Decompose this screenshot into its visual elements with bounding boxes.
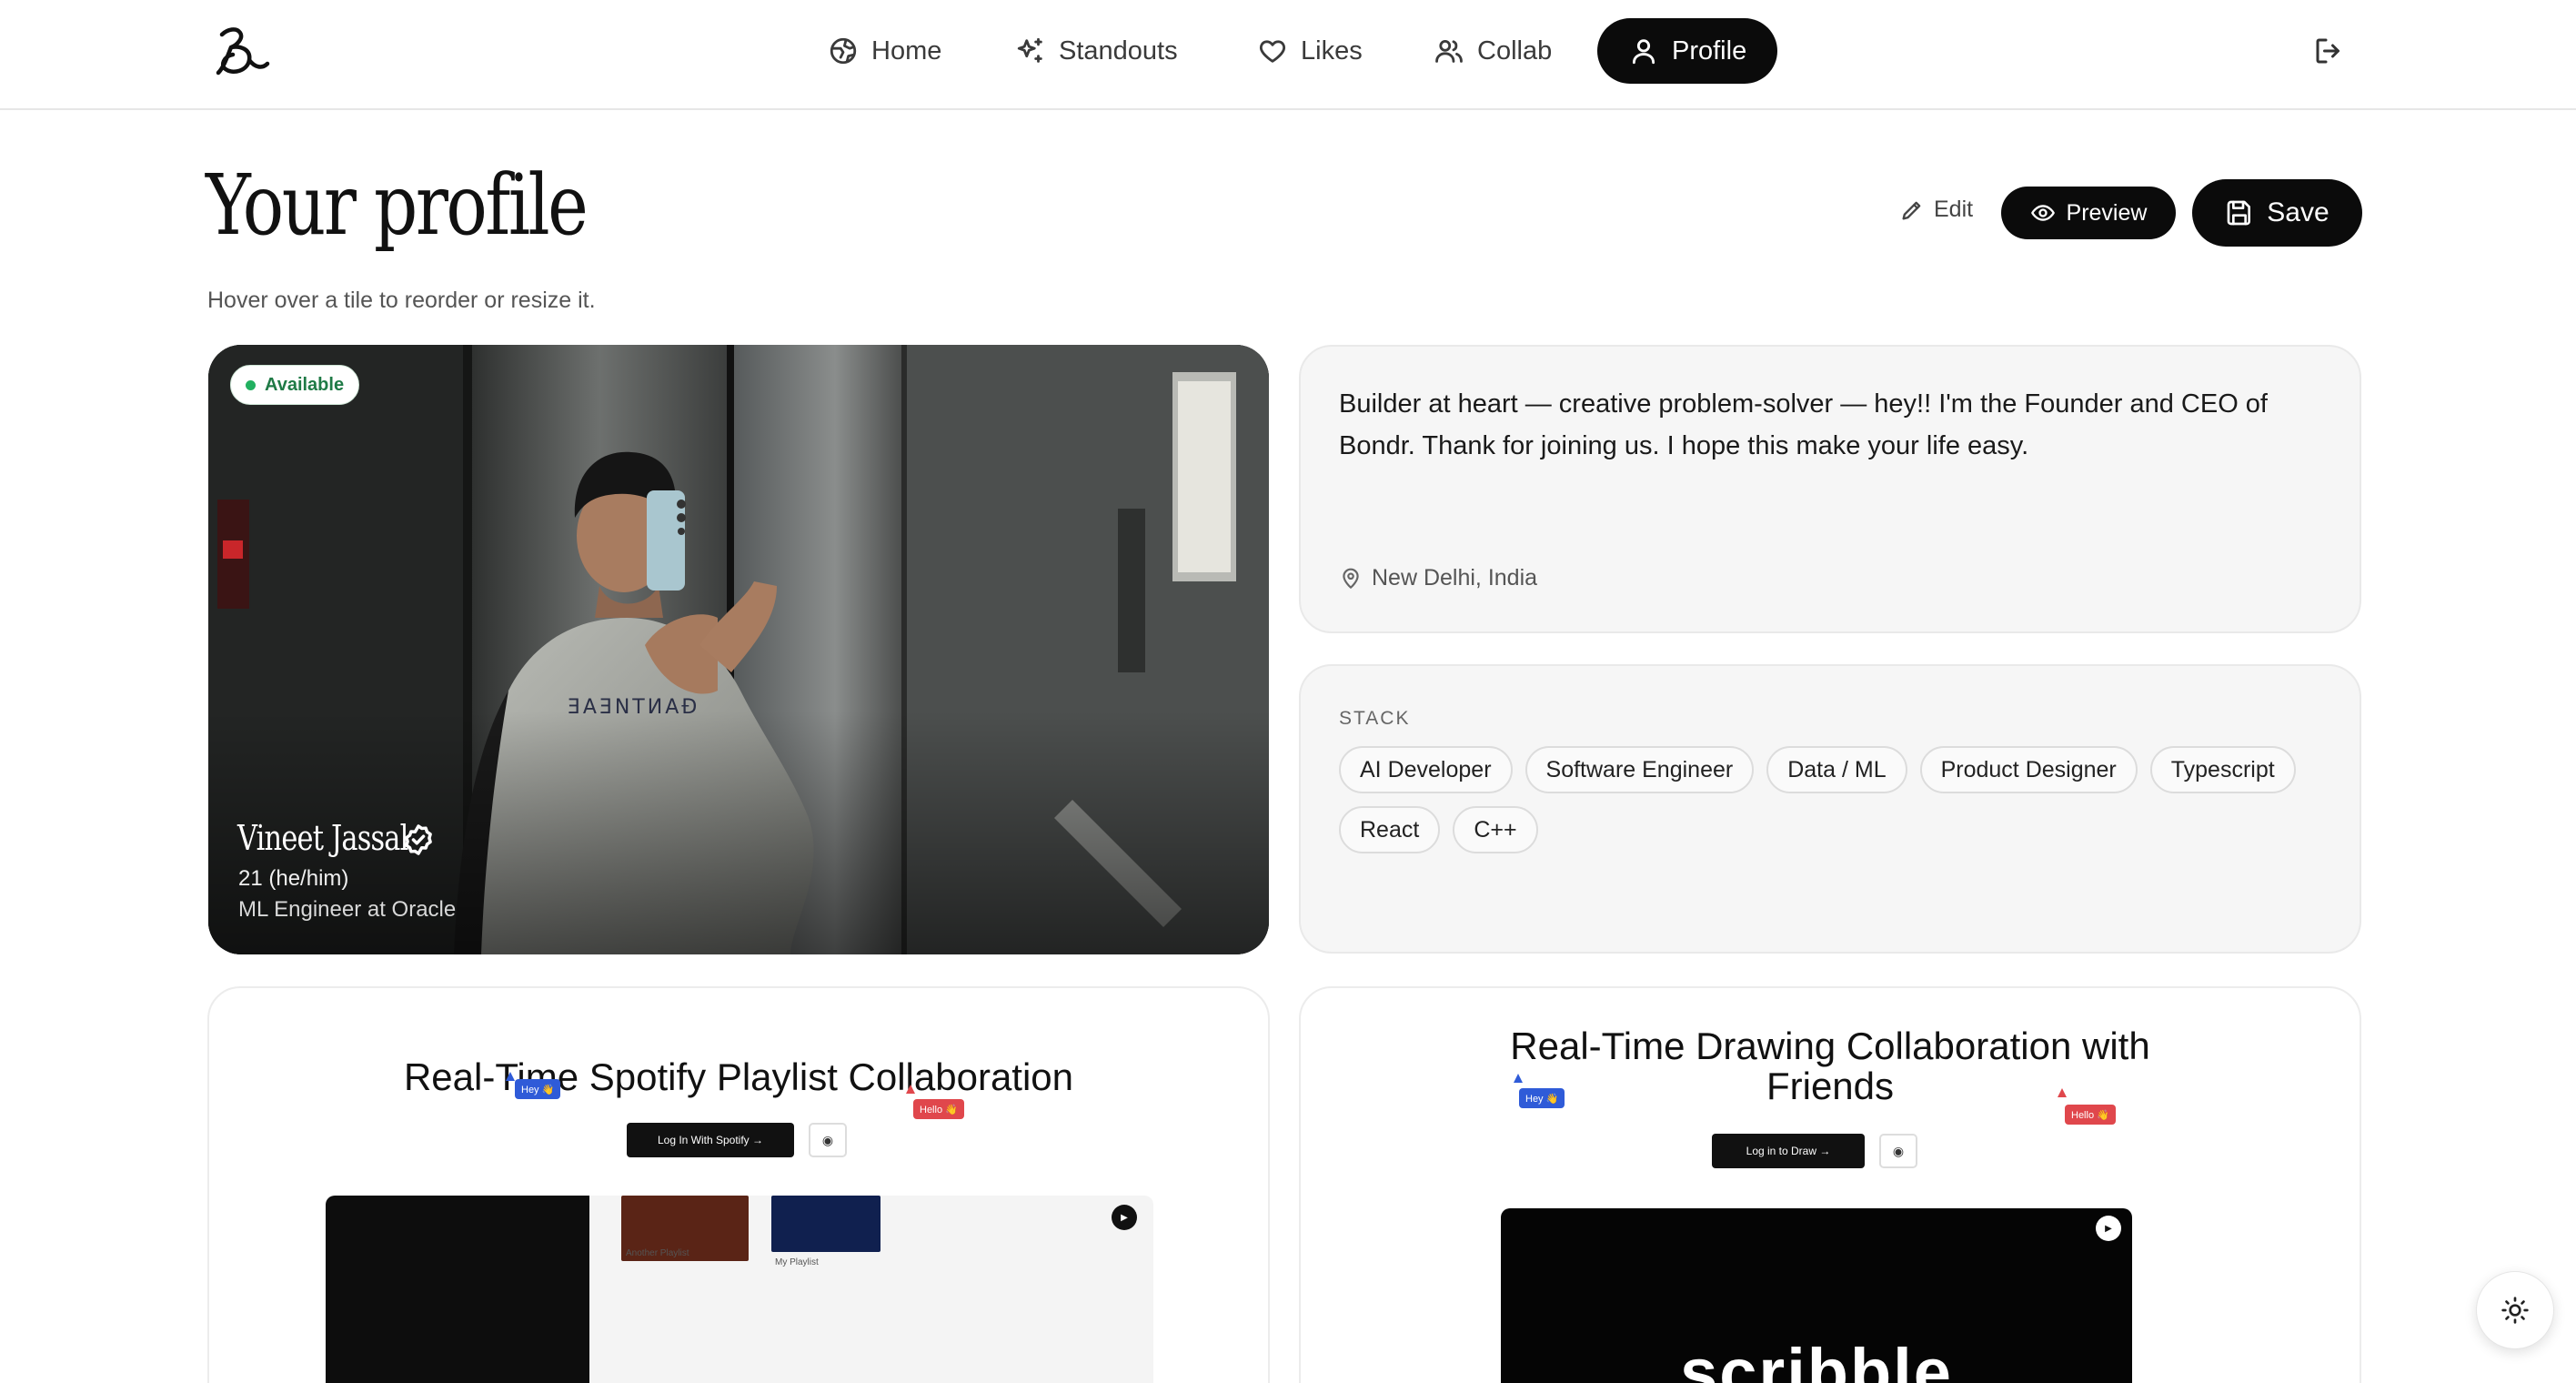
playlist-cover: [771, 1196, 880, 1252]
stack-tag: AI Developer: [1339, 746, 1513, 793]
logout-button[interactable]: [2312, 35, 2349, 71]
verified-badge-icon: [401, 823, 436, 857]
edit-button-label: Edit: [1934, 197, 1974, 222]
project-login-button: Log In With Spotify →: [627, 1123, 794, 1157]
location-text: New Delhi, India: [1372, 565, 1538, 591]
location: New Delhi, India: [1339, 565, 1537, 591]
theme-toggle-button[interactable]: [2476, 1271, 2554, 1349]
stack-tag: Typescript: [2149, 746, 2296, 793]
sun-icon: [2501, 1297, 2529, 1324]
users-icon: [1435, 39, 1463, 63]
preview-button[interactable]: Preview: [2001, 187, 2176, 239]
save-button[interactable]: Save: [2192, 179, 2362, 247]
home-globe-icon: [830, 37, 857, 65]
page-title: Your profile: [206, 156, 589, 254]
nav-item-home[interactable]: Home: [810, 18, 960, 84]
availability-label: Available: [265, 374, 345, 395]
profile-photo: ƎAƎNTИAĐ: [208, 345, 1269, 954]
logout-icon: [2316, 38, 2340, 64]
nav-item-standouts[interactable]: Standouts: [997, 18, 1196, 84]
github-icon: ◉: [1879, 1134, 1917, 1168]
collaborator-cursor-tag: Hello 👋: [913, 1099, 964, 1119]
collaborator-cursor-tag: Hey 👋: [515, 1079, 561, 1099]
cursor-pointer-icon: [506, 1072, 515, 1081]
save-disk-icon: [2227, 200, 2251, 226]
preview-wordmark: scribble: [1680, 1335, 1953, 1383]
project-tile-drawing[interactable]: Real-Time Drawing Collaboration with Fri…: [1299, 986, 2361, 1383]
nav-label-standouts: Standouts: [1059, 35, 1178, 66]
nav-label-home: Home: [871, 35, 942, 66]
project-title: Real-Time Spotify Playlist Collaboration: [403, 1055, 1074, 1098]
bio-text: Builder at heart — creative problem-solv…: [1339, 389, 2268, 460]
page-subtitle: Hover over a tile to reorder or resize i…: [207, 288, 596, 313]
status-dot: [246, 379, 256, 390]
save-button-label: Save: [2267, 197, 2329, 227]
main-nav: Home Standouts Likes Collab Profile: [0, 18, 2576, 84]
profile-photo-tile[interactable]: ƎAƎNTИAĐ Available Vineet Jassal 21 (he/…: [208, 345, 1269, 954]
nav-item-likes[interactable]: Likes: [1239, 18, 1381, 84]
nav-item-profile[interactable]: Profile: [1597, 18, 1778, 84]
play-icon: ▶: [2096, 1216, 2121, 1241]
availability-badge: Available: [230, 365, 360, 405]
play-icon: ▶: [1112, 1205, 1137, 1230]
collaborator-cursor-tag: Hello 👋: [2065, 1105, 2116, 1125]
pencil-icon: [1902, 201, 1921, 219]
profile-age-pronouns: 21 (he/him): [238, 866, 349, 891]
preview-button-label: Preview: [2066, 199, 2148, 226]
top-navigation-bar: Home Standouts Likes Collab Profile: [0, 0, 2576, 110]
preview-sidebar: [326, 1196, 589, 1383]
project-title: Real-Time Drawing Collaboration with Fri…: [1510, 1025, 2150, 1107]
nav-label-likes: Likes: [1301, 35, 1363, 66]
eye-icon: [2030, 205, 2055, 221]
project-login-button: Log in to Draw →: [1712, 1134, 1865, 1168]
profile-name: Vineet Jassal: [237, 818, 408, 858]
playlist-title: My Playlist: [775, 1257, 819, 1267]
stack-tags: AI Developer Software Engineer Data / ML…: [1339, 746, 2330, 853]
heart-icon: [1260, 40, 1285, 63]
stack-heading: STACK: [1339, 708, 1411, 729]
stack-tag: Software Engineer: [1524, 746, 1755, 793]
bio-tile[interactable]: Builder at heart — creative problem-solv…: [1299, 345, 2361, 633]
project-tile-spotify[interactable]: Real-Time Spotify Playlist Collaboration…: [207, 986, 1270, 1383]
project-preview-screenshot: Another Playlist My Playlist ▶: [326, 1196, 1153, 1383]
profile-job: ML Engineer at Oracle: [238, 897, 457, 922]
stack-tag: Product Designer: [1919, 746, 2138, 793]
cursor-pointer-icon: [1514, 1074, 1523, 1083]
user-icon: [1632, 39, 1655, 65]
github-icon: ◉: [809, 1123, 847, 1157]
sparkles-icon: [1017, 37, 1042, 63]
playlist-title: Another Playlist: [626, 1248, 689, 1258]
nav-label-collab: Collab: [1477, 35, 1553, 66]
map-pin-icon: [1343, 568, 1359, 589]
cursor-pointer-icon: [2058, 1088, 2067, 1097]
project-preview-screenshot: ▶ scribble: [1501, 1208, 2132, 1383]
stack-tag: Data / ML: [1766, 746, 1907, 793]
stack-tag: C++: [1453, 806, 1538, 853]
stack-tag: React: [1339, 806, 1441, 853]
nav-item-collab[interactable]: Collab: [1415, 18, 1570, 84]
cursor-pointer-icon: [906, 1085, 915, 1094]
stack-tile[interactable]: STACK AI Developer Software Engineer Dat…: [1299, 664, 2361, 954]
nav-label-profile: Profile: [1672, 35, 1747, 66]
edit-button[interactable]: Edit: [1899, 197, 1973, 223]
collaborator-cursor-tag: Hey 👋: [1519, 1088, 1565, 1108]
